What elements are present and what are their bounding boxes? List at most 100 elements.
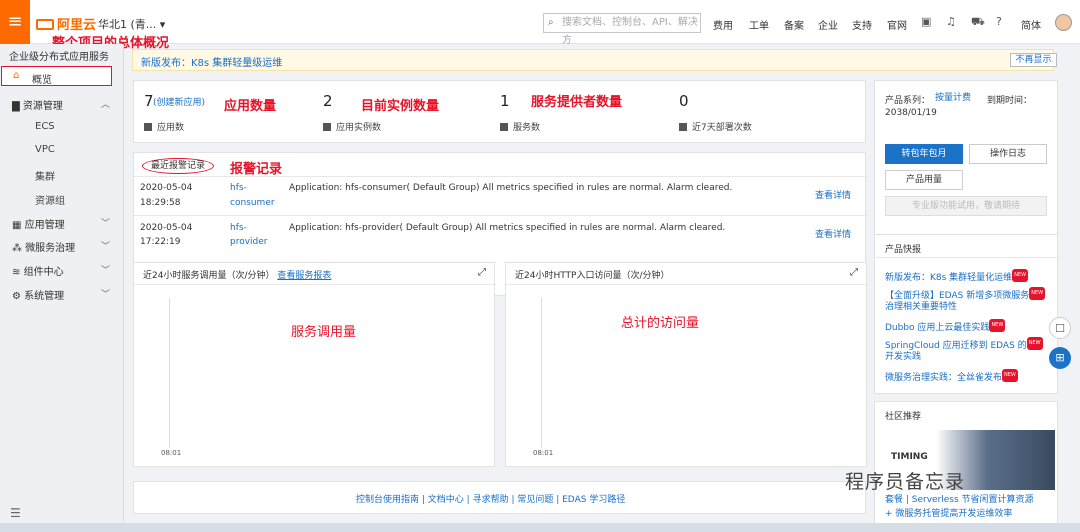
deploy-count: 0 xyxy=(679,92,689,110)
watermark: 程序员备忘录 xyxy=(845,471,966,493)
service-call-chart: 近24小时服务调用量（次/分钟） 查看服务报表 ⤢ 08:01 xyxy=(133,262,496,467)
footer-link-learning[interactable]: EDAS 学习路径 xyxy=(562,495,625,505)
expire-label: 到期时间： xyxy=(987,96,1033,106)
chart-axis xyxy=(169,298,170,448)
sidebar-item-component[interactable]: ≋ 组件中心 xyxy=(12,263,64,278)
chevron-down-icon[interactable]: ﹀ xyxy=(101,287,110,300)
expand-icon[interactable]: ⤢ xyxy=(478,267,486,278)
aliyun-logo[interactable]: 阿里云 xyxy=(36,14,96,33)
footer-card: 控制台使用指南 | 文档中心 | 寻求帮助 | 常见问题 | EDAS 学习路径 xyxy=(133,481,866,514)
annotation-visits: 总计的访问量 xyxy=(621,316,700,331)
help-icon[interactable]: ? xyxy=(996,15,1002,28)
operation-log-button[interactable]: 操作日志 xyxy=(969,144,1047,164)
instance-count: 2 xyxy=(323,92,333,110)
chevron-up-icon[interactable]: ︿ xyxy=(101,97,110,110)
footer-link-faq[interactable]: 常见问题 xyxy=(517,495,553,505)
dismiss-button[interactable]: 不再显示 xyxy=(1010,53,1057,67)
sidebar-item-app[interactable]: ▦ 应用管理 xyxy=(12,216,65,231)
network-icon: ⁂ xyxy=(12,243,22,254)
expand-icon[interactable]: ⤢ xyxy=(850,267,858,278)
chevron-down-icon[interactable]: ﹀ xyxy=(101,216,110,229)
product-usage-button[interactable]: 产品用量 xyxy=(885,170,963,190)
banner-link[interactable]: 新版发布：K8s 集群轻量级运维 xyxy=(141,54,282,69)
sidebar-item-microservice[interactable]: ⁂ 微服务治理 xyxy=(12,239,75,254)
alarm-row-2-message: Application: hfs-provider( Default Group… xyxy=(289,223,726,233)
new-badge: NEW xyxy=(1002,369,1018,382)
community-link-top[interactable]: 套餐 | Serverless 节省闲置计算资源 xyxy=(885,494,1034,507)
create-app-link[interactable]: (创建新应用) xyxy=(153,95,205,108)
alarm-row-1-date: 2020-05-04 xyxy=(140,183,193,193)
bell-icon[interactable]: ♫ xyxy=(946,15,956,28)
alarm-row-1-app-suffix[interactable]: consumer xyxy=(230,196,275,210)
avatar[interactable] xyxy=(1055,14,1072,31)
hamburger-menu-icon[interactable]: ≡ xyxy=(0,0,30,44)
sidebar-item-system[interactable]: ⚙ 系统管理 xyxy=(12,287,64,302)
os-taskbar xyxy=(0,523,1080,532)
http-visit-chart: 近24小时HTTP入口访问量（次/分钟） ⤢ 08:01 xyxy=(505,262,868,467)
search-input[interactable]: ⌕ 搜索文档、控制台、API、解决方 xyxy=(543,13,701,46)
nav-support[interactable]: 支持 xyxy=(852,17,872,32)
x-tick: 08:01 xyxy=(533,449,554,457)
sidebar-item-vpc[interactable]: VPC xyxy=(35,144,55,155)
news-item-4-line2[interactable]: 开发实践 xyxy=(885,351,921,364)
service-report-link[interactable]: 查看服务报表 xyxy=(277,271,331,281)
alarm-row-1-time: 18:29:58 xyxy=(140,198,181,208)
series-value[interactable]: 按量计费 xyxy=(935,92,971,105)
sidebar-item-resource[interactable]: ▇ 资源管理 xyxy=(12,97,63,112)
nav-enterprise[interactable]: 企业 xyxy=(818,17,838,32)
nav-billing[interactable]: 费用 xyxy=(713,17,733,32)
news-item-2-line2[interactable]: 治理相关重要特性 xyxy=(885,301,957,314)
footer-links: 控制台使用指南 | 文档中心 | 寻求帮助 | 常见问题 | EDAS 学习路径 xyxy=(356,495,626,505)
news-item-3[interactable]: Dubbo 应用上云最佳实践 NEW xyxy=(885,319,1006,335)
annotation-service-calls: 服务调用量 xyxy=(291,325,357,340)
chevron-down-icon[interactable]: ﹀ xyxy=(101,239,110,252)
pro-trial-button[interactable]: 专业版功能试用，敬请期待 xyxy=(885,196,1047,216)
news-card: 产品快报 新版发布：K8s 集群轻量化运维 NEW 【全面升级】EDAS 新增多项… xyxy=(874,234,1059,394)
new-badge: NEW xyxy=(1029,287,1046,300)
search-icon: ⌕ xyxy=(548,17,554,28)
alarm-row-1-app[interactable]: hfs- xyxy=(230,181,247,195)
annotation-alarms: 报警记录 xyxy=(230,162,283,177)
service-count-label: 服务数 xyxy=(500,120,540,133)
collapse-icon[interactable]: ☰ xyxy=(10,506,21,520)
nav-ticket[interactable]: 工单 xyxy=(749,17,769,32)
expire-value: 2038/01/19 xyxy=(885,108,937,118)
chevron-down-icon[interactable]: ﹀ xyxy=(101,263,110,276)
footer-link-guide[interactable]: 控制台使用指南 xyxy=(356,495,419,505)
x-tick: 08:01 xyxy=(161,449,182,457)
chat-icon[interactable]: ☐ xyxy=(1049,317,1071,339)
terminal-icon[interactable]: ▣ xyxy=(921,15,931,28)
alarm-card-title: 最近报警记录 xyxy=(142,158,214,174)
divider xyxy=(134,215,867,216)
news-item-1[interactable]: 新版发布：K8s 集群轻量化运维 NEW xyxy=(885,269,1029,285)
alarm-row-2-date: 2020-05-04 xyxy=(140,223,193,233)
series-label: 产品系列： xyxy=(885,96,931,106)
community-card: 社区推荐 TIMING 套餐 | Serverless 节省闲置计算资源 + 微… xyxy=(874,401,1058,524)
apps-icon[interactable]: ⊞ xyxy=(1049,347,1071,369)
chart-axis xyxy=(541,298,542,448)
convert-subscription-button[interactable]: 转包年包月 xyxy=(885,144,963,164)
language-switch[interactable]: 简体 xyxy=(1021,17,1041,32)
cube-icon xyxy=(144,123,152,131)
nav-icp[interactable]: 备案 xyxy=(784,17,804,32)
footer-link-help[interactable]: 寻求帮助 xyxy=(473,495,509,505)
region-selector[interactable]: 华北1 (青... ▾ xyxy=(98,16,165,32)
alarm-row-2-app[interactable]: hfs- xyxy=(230,221,247,235)
service-count: 1 xyxy=(500,92,510,110)
sidebar-item-ecs[interactable]: ECS xyxy=(35,121,55,132)
sidebar-item-overview[interactable]: ⌂ 概览 xyxy=(1,66,112,86)
folder-icon: ▇ xyxy=(12,101,20,112)
community-link[interactable]: + 微服务托管提高开发运维效率 xyxy=(885,508,1012,521)
layers-icon: ≋ xyxy=(12,267,21,278)
alarm-row-1-detail-link[interactable]: 查看详情 xyxy=(815,189,851,203)
sidebar-item-resource-group[interactable]: 资源组 xyxy=(35,192,65,207)
grid-icon: ▦ xyxy=(12,220,22,231)
footer-link-docs[interactable]: 文档中心 xyxy=(428,495,464,505)
sidebar-item-cluster[interactable]: 集群 xyxy=(35,168,55,183)
http-visit-chart-title: 近24小时HTTP入口访问量（次/分钟） xyxy=(515,271,670,281)
cart-icon[interactable]: ⛟ xyxy=(971,15,985,30)
news-item-5[interactable]: 微服务治理实践：全丝雀发布 NEW xyxy=(885,369,1018,385)
nav-website[interactable]: 官网 xyxy=(887,17,907,32)
alarm-row-2-app-suffix[interactable]: provider xyxy=(230,235,268,249)
alarm-row-2-detail-link[interactable]: 查看详情 xyxy=(815,228,851,242)
